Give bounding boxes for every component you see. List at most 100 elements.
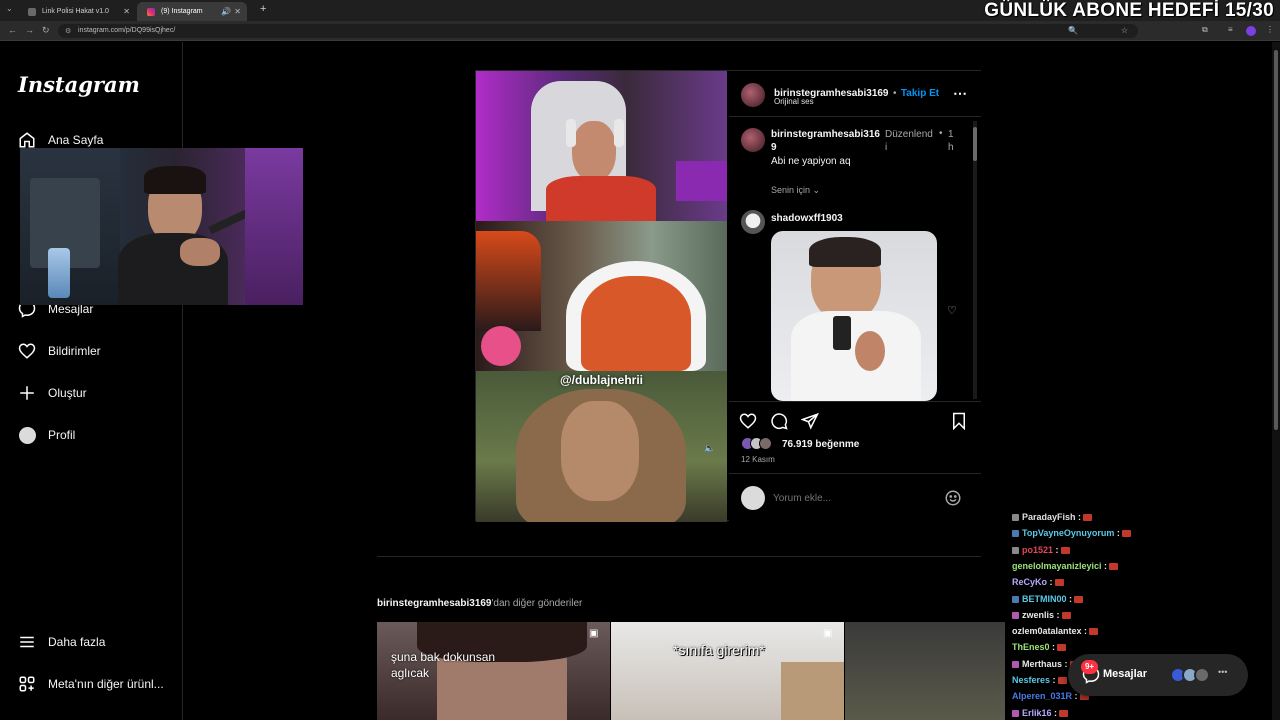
commenter-username[interactable]: shadowxff1903 (771, 213, 843, 224)
commenter-avatar[interactable] (741, 210, 765, 234)
plus-icon (18, 384, 36, 402)
menu-kebab-icon[interactable]: ⋮ (1266, 25, 1274, 34)
sidebar-item-profile[interactable]: Profil (18, 422, 178, 448)
chat-message: BETMIN00 : (1012, 593, 1084, 604)
caption-username[interactable]: birinstegramhesabi316 (771, 128, 880, 141)
chat-emote-icon (1061, 611, 1071, 619)
new-tab-icon[interactable]: + (260, 3, 266, 15)
liker-avatars[interactable] (741, 437, 781, 451)
webcam-overlay (20, 148, 303, 305)
more-post-thumbnail[interactable]: şuna bak dokunsan aglıcak ▣ (377, 622, 610, 720)
page-scrollbar[interactable] (1272, 42, 1280, 720)
like-heart-icon[interactable] (739, 412, 757, 435)
chat-username[interactable]: ThEnes0 (1012, 642, 1050, 652)
save-bookmark-icon[interactable] (950, 412, 968, 435)
tab-search-icon[interactable]: ⌄ (6, 4, 13, 13)
for-you-toggle[interactable]: Senin için ⌄ (771, 185, 820, 196)
sidebar-item-notifications[interactable]: Bildirimler (18, 338, 178, 364)
chat-username[interactable]: BETMIN00 (1022, 594, 1067, 604)
more-icon: ••• (1218, 667, 1228, 677)
chat-separator: : (1051, 707, 1058, 718)
microphone (208, 209, 248, 235)
emoji-icon[interactable] (944, 489, 962, 512)
speaker-icon[interactable]: 🔊 (221, 7, 231, 16)
reload-icon[interactable]: ↻ (42, 25, 50, 36)
chat-message: TopVayneOynuyorum : (1012, 528, 1131, 538)
sidebar-item-meta-apps[interactable]: Meta'nın diğer ürünl... (18, 671, 178, 697)
author-avatar[interactable] (741, 83, 765, 107)
back-icon[interactable]: ← (8, 25, 17, 35)
chat-username[interactable]: ReCyKo (1012, 577, 1047, 587)
chat-separator: : (1066, 593, 1073, 604)
for-you-label: Senin için (771, 185, 811, 195)
chat-username[interactable]: genelolmayanizleyici (1012, 561, 1102, 571)
chat-username[interactable]: Merthaus (1022, 659, 1062, 669)
tab-link-polisi[interactable]: Link Polisi Hakat v1.0 ✕ (18, 2, 136, 21)
chat-message: genelolmayanizleyici : (1012, 561, 1119, 571)
sidebar-item-create[interactable]: Oluştur (18, 380, 178, 406)
messages-label: Mesajlar (1103, 668, 1148, 680)
close-tab-icon[interactable]: ✕ (123, 7, 130, 16)
chat-message: po1521 : (1012, 545, 1070, 555)
post-time-unit: h (948, 142, 954, 153)
chat-emote-icon (1083, 514, 1093, 521)
more-post-thumbnail[interactable]: *sınıfa girerim* ▣ (611, 622, 844, 720)
close-tab-icon[interactable]: ✕ (234, 7, 241, 16)
comment-input[interactable] (773, 490, 933, 506)
chat-emote-icon (1074, 595, 1084, 603)
post-video[interactable]: @/dublajnehrii 🔈 (476, 71, 727, 522)
instagram-logo[interactable]: Instagram (18, 72, 140, 97)
sidebar: Instagram Ana Sayfa Mesajlar Bildirimler… (0, 42, 183, 720)
comment-like-heart-icon[interactable]: ♡ (947, 304, 957, 317)
likes-count[interactable]: 76.919 beğenme (782, 439, 859, 450)
tab-instagram[interactable]: (9) Instagram 🔊 ✕ (137, 2, 247, 21)
url-text: instagram.com/p/DQ99isQjhec/ (78, 27, 176, 34)
audio-link[interactable]: Orijinal ses (774, 97, 814, 106)
home-icon (18, 131, 36, 149)
water-bottle (48, 248, 70, 298)
chat-username[interactable]: ParadayFish (1022, 512, 1076, 522)
tab-title: (9) Instagram (161, 8, 203, 15)
thumbnail-caption: *sınıfa girerim* (673, 642, 765, 658)
site-info-icon[interactable]: ⚙ (65, 27, 71, 35)
chat-emote-icon (1121, 530, 1131, 538)
comments-scrollbar[interactable] (973, 121, 977, 399)
extensions-icon[interactable]: ⧉ (1202, 25, 1208, 35)
chat-message: ThEnes0 : (1012, 642, 1067, 652)
messages-floating-button[interactable]: 9+ Mesajlar ••• (1068, 654, 1248, 696)
author-avatar[interactable] (741, 128, 765, 152)
forward-icon[interactable]: → (25, 25, 34, 35)
more-posts-suffix: 'dan diğer gönderiler (491, 598, 583, 609)
sidebar-item-label: Oluştur (48, 386, 87, 400)
chat-username[interactable]: Alperen_031R (1012, 691, 1072, 701)
sidebar-item-more[interactable]: Daha fazla (18, 629, 178, 655)
share-paper-plane-icon[interactable] (800, 412, 819, 435)
zoom-icon[interactable]: 🔍 (1068, 26, 1078, 35)
profile-avatar[interactable] (1246, 26, 1256, 36)
bookmark-star-icon[interactable]: ☆ (1121, 26, 1128, 35)
more-posts-username[interactable]: birinstegramhesabi3169 (377, 598, 492, 609)
instagram-favicon-icon (147, 8, 155, 16)
post-date: 12 Kasım (741, 455, 775, 464)
more-post-thumbnail[interactable] (845, 622, 1005, 720)
chat-username[interactable]: TopVayneOynuyorum (1022, 528, 1114, 538)
url-input[interactable]: ⚙ instagram.com/p/DQ99isQjhec/ 🔍 ☆ (58, 24, 1138, 38)
media-icon[interactable]: ≡ (1228, 25, 1233, 34)
comment-image[interactable] (771, 231, 937, 401)
chat-username[interactable]: zwenlis (1022, 610, 1054, 620)
chat-username[interactable]: Erlik16 (1022, 708, 1052, 718)
chat-username[interactable]: ozlem0atalantex (1012, 626, 1082, 636)
section-divider (377, 556, 981, 557)
chat-separator: : (1047, 577, 1053, 588)
chat-message: ParadayFish : (1012, 512, 1093, 522)
chat-separator: : (1081, 626, 1088, 637)
chat-message: Nesferes : (1012, 675, 1067, 685)
chat-message: ReCyKo : (1012, 577, 1064, 587)
chat-username[interactable]: Nesferes (1012, 675, 1050, 685)
comment-bubble-icon[interactable] (770, 412, 788, 435)
mute-icon[interactable]: 🔈 (704, 443, 715, 454)
follow-button[interactable]: Takip Et (901, 88, 939, 99)
more-options-icon[interactable]: ⋯ (953, 85, 967, 102)
profile-avatar (18, 426, 36, 444)
chat-username[interactable]: po1521 (1022, 545, 1053, 555)
